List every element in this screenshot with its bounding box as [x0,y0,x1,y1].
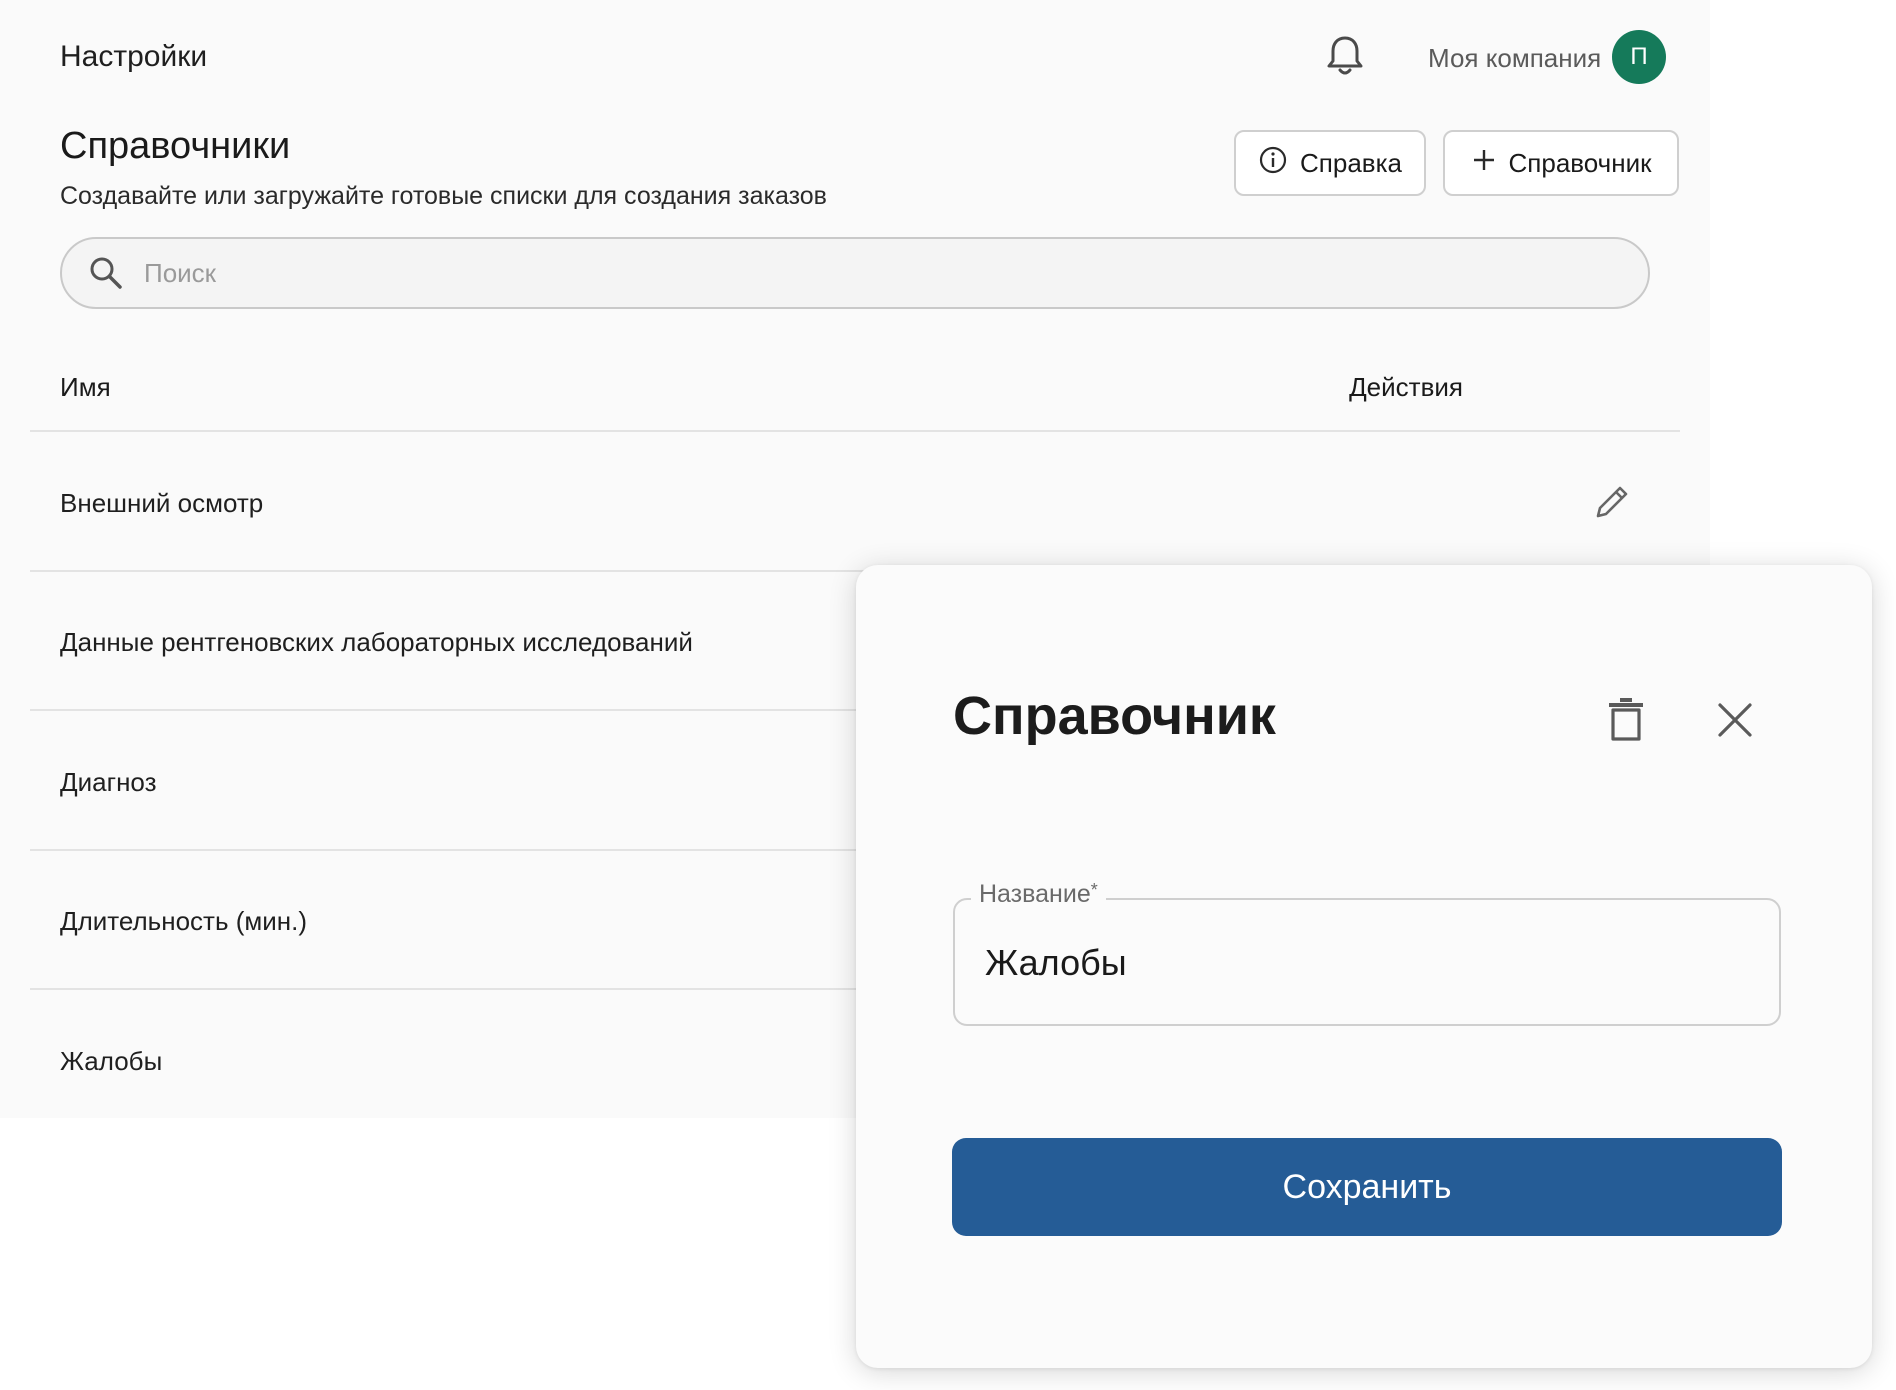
help-button[interactable]: Справка [1234,130,1426,196]
panel-title: Справочник [953,686,1276,746]
trash-icon[interactable] [1604,695,1648,743]
table-row[interactable]: Жалобы [60,1046,162,1077]
page-title: Справочники [60,125,291,167]
page-subtitle: Создавайте или загружайте готовые списки… [60,182,827,210]
pencil-icon[interactable] [1592,482,1632,522]
add-directory-button[interactable]: Справочник [1443,130,1679,196]
search-icon [90,257,122,289]
table-row[interactable]: Внешний осмотр [60,488,263,519]
name-field[interactable]: Название* Жалобы [953,880,1781,1026]
column-header-name: Имя [60,372,111,402]
column-header-actions: Действия [1349,372,1463,402]
topbar-title: Настройки [60,40,208,73]
info-icon [1258,145,1288,182]
table-row[interactable]: Диагноз [60,767,157,798]
add-directory-label: Справочник [1508,147,1652,178]
plus-icon [1471,147,1497,180]
close-icon[interactable] [1714,699,1756,741]
help-button-label: Справка [1300,147,1402,178]
table-row[interactable]: Данные рентгеновских лабораторных исслед… [60,627,693,658]
save-button[interactable]: Сохранить [952,1138,1782,1236]
avatar[interactable]: П [1612,30,1666,84]
company-name[interactable]: Моя компания [1428,43,1601,74]
search-bar [60,237,1650,309]
table-row[interactable]: Длительность (мин.) [60,906,307,937]
name-field-value[interactable]: Жалобы [985,942,1127,984]
directory-edit-panel: Справочник Название* Жалобы Сохранить [856,565,1872,1368]
search-input[interactable] [142,256,1546,290]
divider [30,430,1680,432]
bell-icon[interactable] [1325,34,1365,78]
name-field-label-text: Название [979,880,1091,908]
name-field-label: Название* [971,880,1106,909]
required-mark: * [1090,880,1098,900]
